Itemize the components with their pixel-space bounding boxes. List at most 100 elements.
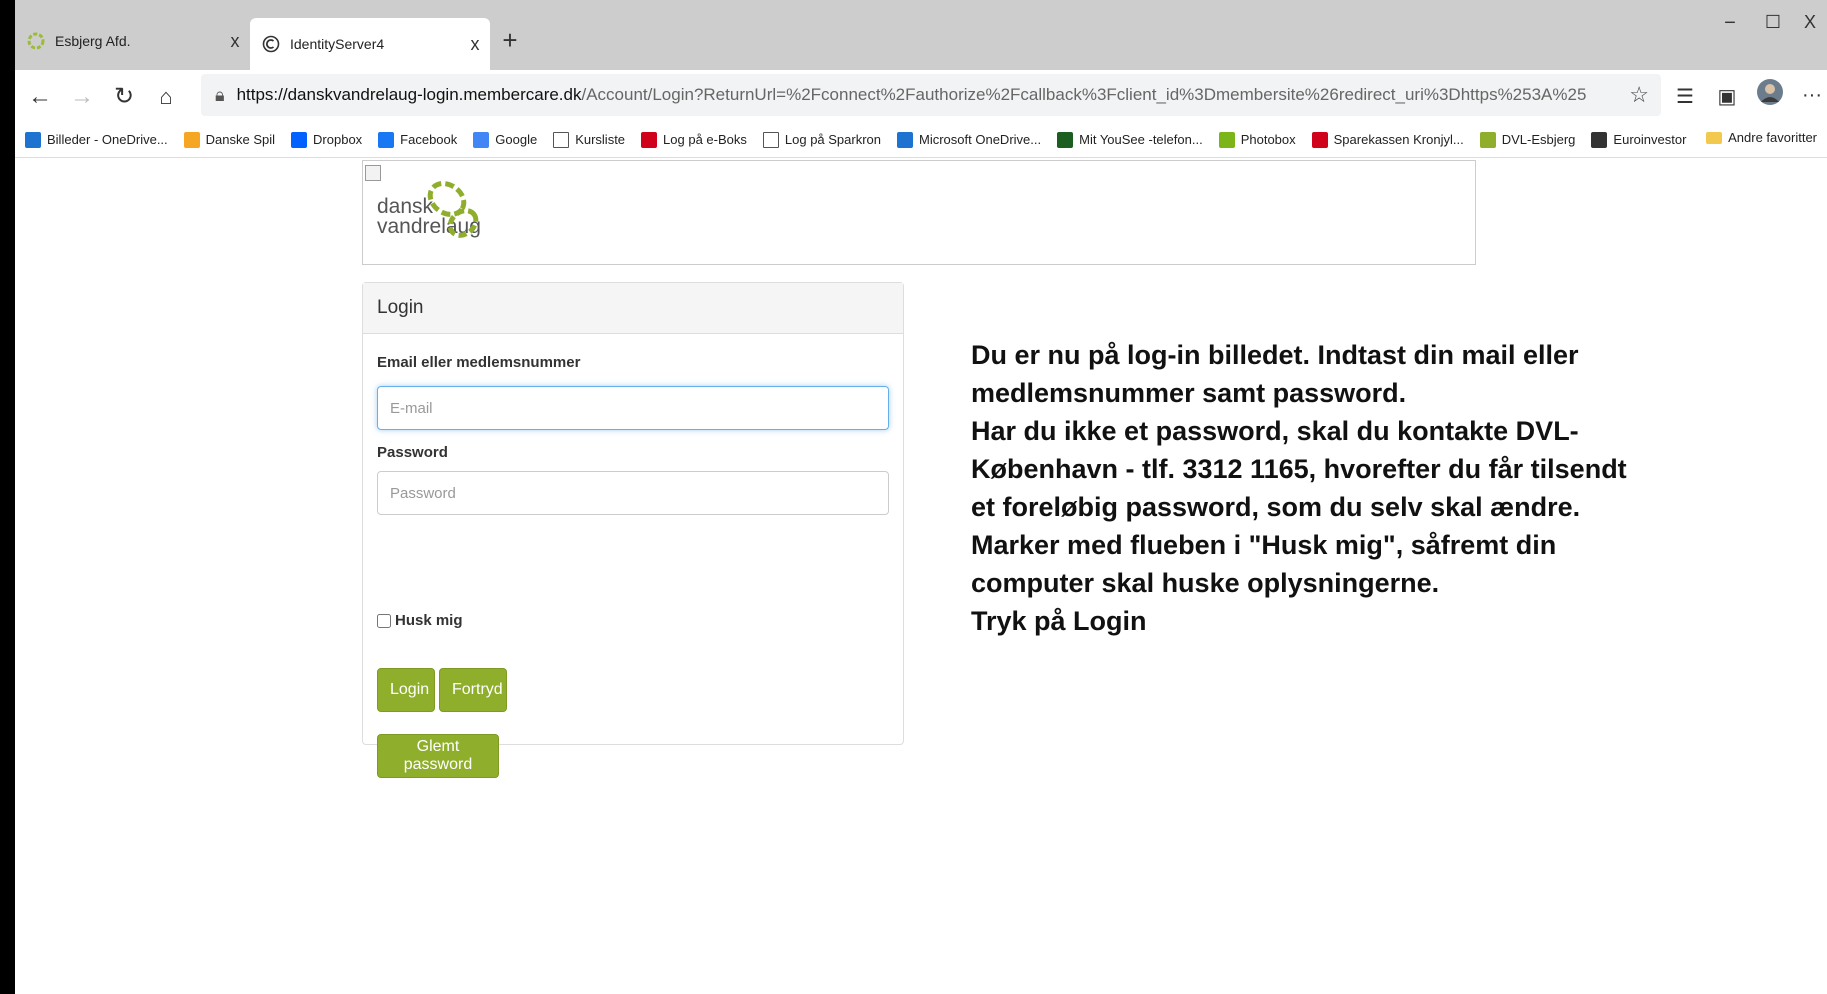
email-label: Email eller medlemsnummer bbox=[377, 354, 581, 371]
bookmark-item[interactable]: Mit YouSee -telefon... bbox=[1057, 131, 1203, 148]
bookmark-label: Euroinvestor bbox=[1613, 132, 1687, 147]
bookmark-item[interactable]: Log på e-Boks bbox=[641, 131, 747, 148]
password-field[interactable] bbox=[377, 471, 889, 515]
bookmark-item[interactable]: Euroinvestor bbox=[1591, 131, 1687, 148]
page-content: dansk vandrelaug Login Email eller medle… bbox=[15, 158, 1827, 994]
bookmark-item[interactable]: Kursliste bbox=[553, 131, 626, 148]
more-menu-icon[interactable]: ··· bbox=[1797, 84, 1827, 107]
browser-window: Esbjerg Afd. x IdentityServer4 x + − ☐ X… bbox=[15, 0, 1827, 994]
tab-esbjerg[interactable]: Esbjerg Afd. x bbox=[15, 18, 250, 64]
yousee-icon bbox=[1057, 131, 1074, 148]
back-icon[interactable]: ← bbox=[23, 80, 57, 114]
bookmark-item[interactable]: Sparekassen Kronjyl... bbox=[1311, 131, 1464, 148]
euroinvestor-icon bbox=[1591, 131, 1608, 148]
sparekassen-icon bbox=[1311, 131, 1328, 148]
bookmark-label: Microsoft OneDrive... bbox=[919, 132, 1042, 147]
tab-title: IdentityServer4 bbox=[290, 36, 385, 52]
tab-close-icon[interactable]: x bbox=[460, 34, 490, 55]
bookmark-item[interactable]: Google bbox=[473, 131, 538, 148]
bookmark-label: Log på Sparkron bbox=[784, 132, 882, 147]
folder-icon bbox=[1706, 131, 1723, 144]
profile-avatar[interactable] bbox=[1755, 78, 1785, 112]
instruction-line: Marker med flueben i "Husk mig", såfremt… bbox=[971, 530, 1557, 560]
other-favorites-label: Andre favoritter bbox=[1728, 130, 1817, 145]
login-panel: Login Email eller medlemsnummer Password… bbox=[362, 282, 904, 778]
bookmark-item[interactable]: DVL-Esbjerg bbox=[1479, 131, 1576, 148]
bookmark-label: Sparekassen Kronjyl... bbox=[1333, 132, 1464, 147]
instruction-line: Har du ikke et password, skal du kontakt… bbox=[971, 416, 1579, 446]
danske-spil-icon bbox=[183, 131, 200, 148]
cloud-icon bbox=[897, 131, 914, 148]
minimize-button[interactable]: − bbox=[1710, 12, 1750, 35]
bookmark-item[interactable]: Billeder - OneDrive... bbox=[25, 131, 168, 148]
dvl-icon bbox=[27, 32, 45, 50]
instruction-line: medlemsnummer samt password. bbox=[971, 378, 1407, 408]
home-icon[interactable]: ⌂ bbox=[149, 80, 183, 114]
logo-mark-icon bbox=[427, 181, 479, 238]
star-icon bbox=[1218, 131, 1235, 148]
google-icon bbox=[473, 131, 490, 148]
forgot-password-button[interactable]: Glemt password bbox=[377, 734, 499, 778]
url-path: /Account/Login?ReturnUrl=%2Fconnect%2Fau… bbox=[581, 85, 1587, 104]
broken-image-icon bbox=[365, 165, 381, 181]
cancel-button[interactable]: Fortryd bbox=[439, 668, 507, 712]
forward-icon[interactable]: → bbox=[65, 80, 99, 114]
remember-me-checkbox[interactable] bbox=[377, 613, 391, 628]
bookmark-label: Kursliste bbox=[575, 132, 626, 147]
email-field[interactable] bbox=[377, 386, 889, 430]
maximize-button[interactable]: ☐ bbox=[1753, 12, 1793, 33]
password-label: Password bbox=[377, 444, 448, 461]
tab-identityserver[interactable]: IdentityServer4 x bbox=[250, 18, 490, 70]
page-icon bbox=[762, 131, 779, 148]
dvl-icon bbox=[1479, 131, 1496, 148]
favorite-star-icon[interactable]: ☆ bbox=[1629, 82, 1649, 108]
cloud-icon bbox=[25, 131, 41, 148]
eboks-icon bbox=[641, 131, 658, 148]
close-window-button[interactable]: X bbox=[1790, 12, 1827, 33]
login-button[interactable]: Login bbox=[377, 668, 435, 712]
refresh-icon[interactable]: ↻ bbox=[107, 80, 141, 114]
bookmark-item[interactable]: Photobox bbox=[1218, 131, 1296, 148]
instructions-text: Du er nu på log-in billedet. Indtast din… bbox=[971, 336, 1627, 640]
header-logo-box: dansk vandrelaug bbox=[362, 160, 1476, 265]
address-bar[interactable]: 🔒︎ https://danskvandrelaug-login.memberc… bbox=[201, 74, 1661, 116]
instruction-line: Du er nu på log-in billedet. Indtast din… bbox=[971, 340, 1579, 370]
bookmark-label: Mit YouSee -telefon... bbox=[1079, 132, 1203, 147]
left-edge-bar bbox=[0, 0, 15, 994]
remember-me-label: Husk mig bbox=[395, 612, 463, 629]
other-favorites[interactable]: Andre favoritter bbox=[1706, 130, 1817, 145]
lock-icon[interactable]: 🔒︎ bbox=[215, 85, 225, 106]
bookmark-label: Dropbox bbox=[313, 132, 363, 147]
address-bar-row: ← → ↻ ⌂ 🔒︎ https://danskvandrelaug-login… bbox=[15, 70, 1827, 122]
bookmark-item[interactable]: Log på Sparkron bbox=[762, 131, 882, 148]
instruction-line: computer skal huske oplysningerne. bbox=[971, 568, 1440, 598]
bookmark-label: Danske Spil bbox=[205, 132, 276, 147]
bookmark-item[interactable]: Dropbox bbox=[291, 131, 363, 148]
bookmark-label: DVL-Esbjerg bbox=[1501, 132, 1576, 147]
collections-icon[interactable]: ▣ bbox=[1712, 84, 1742, 109]
url-text[interactable]: https://danskvandrelaug-login.membercare… bbox=[237, 85, 1587, 105]
identityserver-icon bbox=[262, 35, 280, 53]
tab-title: Esbjerg Afd. bbox=[55, 33, 131, 49]
instruction-line: et foreløbig password, som du selv skal … bbox=[971, 492, 1581, 522]
new-tab-button[interactable]: + bbox=[495, 22, 525, 58]
login-panel-body: Email eller medlemsnummer Password Husk … bbox=[363, 334, 903, 778]
bookmark-item[interactable]: Facebook bbox=[378, 131, 458, 148]
favorites-list-icon[interactable]: ☰ bbox=[1670, 84, 1700, 109]
tab-close-icon[interactable]: x bbox=[220, 31, 250, 52]
instruction-line: Tryk på Login bbox=[971, 606, 1147, 636]
bookmark-item[interactable]: Danske Spil bbox=[183, 131, 276, 148]
login-panel-heading: Login bbox=[363, 283, 903, 334]
remember-me[interactable]: Husk mig bbox=[377, 612, 463, 629]
facebook-icon bbox=[378, 131, 395, 148]
instruction-line: København - tlf. 3312 1165, hvorefter du… bbox=[971, 454, 1627, 484]
bookmark-label: Billeder - OneDrive... bbox=[47, 132, 168, 147]
tab-strip: Esbjerg Afd. x IdentityServer4 x + − ☐ X bbox=[15, 0, 1827, 70]
bookmarks-bar: Billeder - OneDrive... Danske Spil Dropbox… bbox=[15, 122, 1827, 158]
bookmark-item[interactable]: Microsoft OneDrive... bbox=[897, 131, 1042, 148]
url-host: https://danskvandrelaug-login.membercare… bbox=[236, 85, 582, 104]
bookmark-label: Log på e-Boks bbox=[663, 132, 747, 147]
bookmark-label: Photobox bbox=[1240, 132, 1296, 147]
bookmark-label: Facebook bbox=[400, 132, 458, 147]
bookmark-label: Google bbox=[495, 132, 538, 147]
